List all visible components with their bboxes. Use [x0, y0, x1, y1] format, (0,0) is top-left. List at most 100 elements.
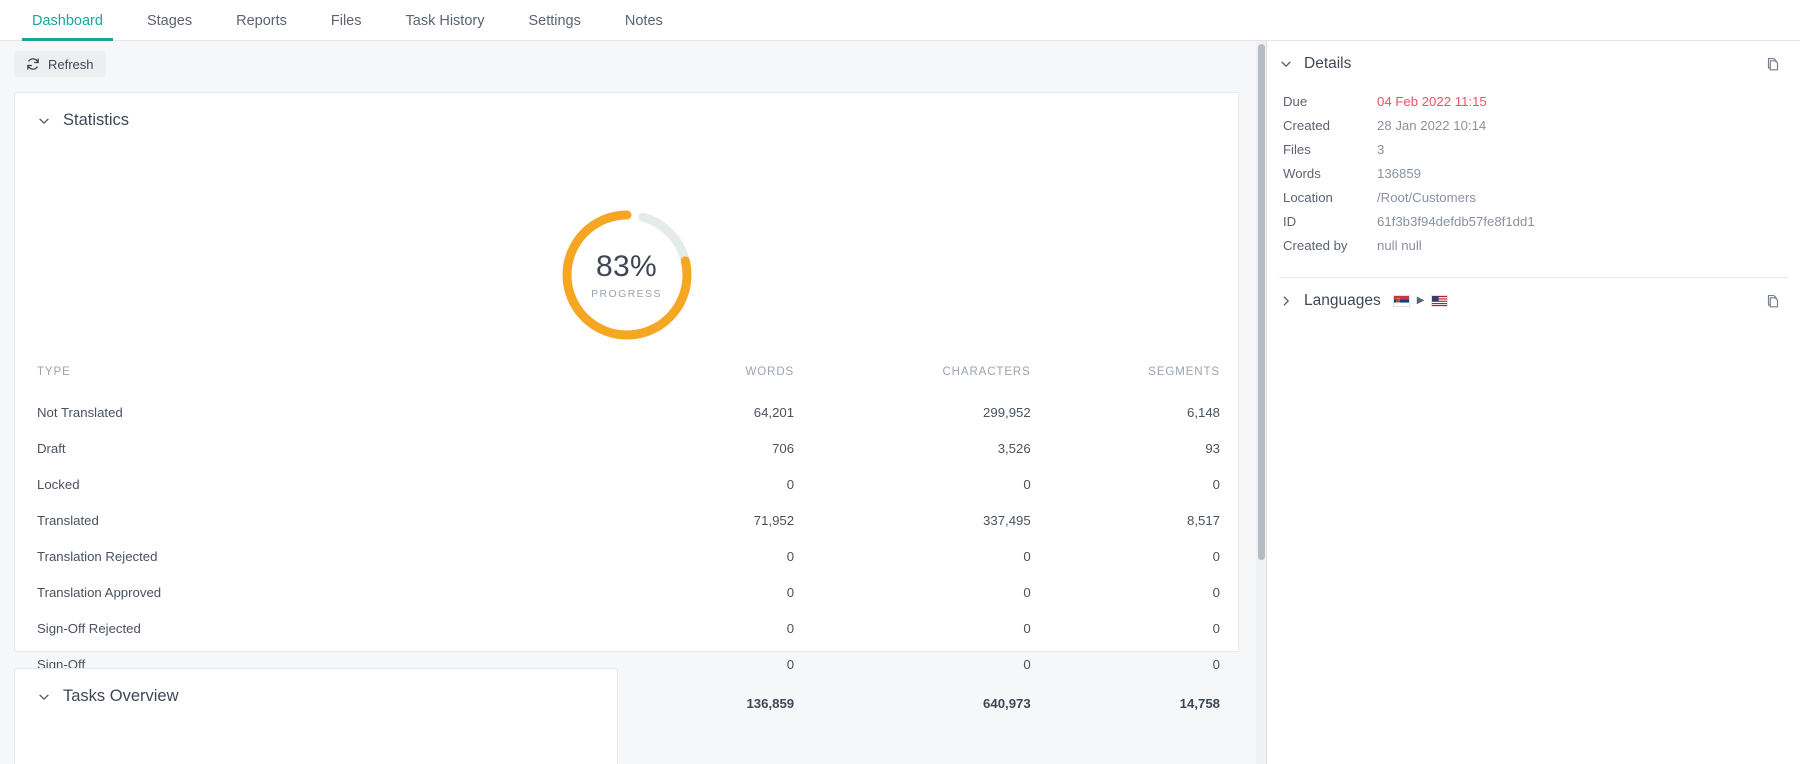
serbia-flag-icon	[1392, 295, 1410, 307]
dashboard-main-area: Refresh Statistics 83% PROGRESS TYPE WOR…	[0, 41, 1266, 764]
languages-section: Languages ▶	[1267, 278, 1800, 324]
tab-stages[interactable]: Stages	[125, 0, 214, 41]
detail-key: Files	[1283, 141, 1311, 157]
chevron-down-icon	[1279, 57, 1293, 71]
tab-label: Reports	[236, 12, 287, 29]
cell-characters: 0	[1023, 656, 1031, 672]
cell-segments: 0	[1212, 548, 1220, 564]
detail-row-location: Location /Root/Customers	[1267, 185, 1800, 209]
tasks-overview-card: Tasks Overview	[14, 668, 618, 764]
tab-label: Notes	[624, 12, 663, 29]
table-header-row: TYPE WORDS CHARACTERS SEGMENTS	[37, 366, 1220, 394]
detail-key: Words	[1283, 165, 1321, 181]
detail-value: 136859	[1377, 165, 1422, 181]
progress-center-label: 83% PROGRESS	[558, 206, 696, 344]
cell-characters: 299,952	[983, 404, 1031, 420]
detail-key: Due	[1283, 93, 1308, 109]
cell-type: Translated	[37, 512, 99, 528]
table-row: Draft 706 3,526 93	[37, 430, 1220, 466]
statistics-title: Statistics	[63, 111, 130, 129]
detail-row-id: ID 61f3b3f94defdb57fe8f1dd1	[1267, 209, 1800, 233]
cell-segments: 0	[1212, 620, 1220, 636]
cell-characters: 0	[1023, 584, 1031, 600]
tab-notes[interactable]: Notes	[603, 0, 685, 41]
cell-words: 0	[786, 548, 795, 564]
cell-segments: 6,148	[1186, 404, 1220, 420]
cell-words: 71,952	[753, 512, 795, 528]
main-tab-bar: Dashboard Stages Reports Files Task Hist…	[0, 0, 1800, 41]
arrow-right-icon: ▶	[1416, 295, 1425, 306]
table-row: Translation Rejected 0 0 0	[37, 538, 1220, 574]
languages-title: Languages	[1304, 292, 1381, 309]
progress-caption: PROGRESS	[591, 288, 662, 300]
tab-dashboard[interactable]: Dashboard	[10, 0, 125, 41]
detail-value: 61f3b3f94defdb57fe8f1dd1	[1377, 213, 1535, 229]
main-scrollbar-thumb[interactable]	[1258, 44, 1265, 560]
detail-value: /Root/Customers	[1377, 189, 1476, 205]
table-row: Translated 71,952 337,495 8,517	[37, 502, 1220, 538]
cell-type: Translation Rejected	[37, 548, 158, 564]
cell-type: Not Translated	[37, 404, 123, 420]
detail-key: ID	[1283, 213, 1297, 229]
table-row: Translation Approved 0 0 0	[37, 574, 1220, 610]
copy-icon[interactable]	[1764, 292, 1782, 310]
cell-words: 706	[772, 440, 795, 456]
cell-segments: 0	[1212, 584, 1220, 600]
detail-row-files: Files 3	[1267, 137, 1800, 161]
progress-donut: 83% PROGRESS	[558, 206, 696, 344]
chevron-right-icon	[1279, 294, 1293, 308]
cell-segments: 0	[1212, 476, 1220, 492]
cell-type: Translation Approved	[37, 584, 162, 600]
tab-settings[interactable]: Settings	[506, 0, 602, 41]
column-header-words: WORDS	[745, 366, 795, 378]
detail-value: null null	[1377, 237, 1422, 253]
cell-segments: 93	[1205, 440, 1220, 456]
cell-segments: 8,517	[1186, 512, 1220, 528]
cell-words: 0	[786, 584, 795, 600]
detail-row-created: Created 28 Jan 2022 10:14	[1267, 113, 1800, 137]
statistics-header[interactable]: Statistics	[15, 93, 1238, 130]
detail-row-due: Due 04 Feb 2022 11:15	[1267, 89, 1800, 113]
cell-characters: 3,526	[997, 440, 1031, 456]
cell-characters: 0	[1023, 548, 1031, 564]
tab-files[interactable]: Files	[309, 0, 384, 41]
chevron-down-icon	[37, 114, 51, 128]
cell-words: 64,201	[753, 404, 795, 420]
refresh-label: Refresh	[48, 56, 94, 72]
cell-segments: 0	[1212, 656, 1220, 672]
cell-characters: 337,495	[983, 512, 1031, 528]
tab-label: Dashboard	[32, 12, 103, 29]
detail-key: Location	[1283, 189, 1333, 205]
details-title: Details	[1304, 55, 1352, 72]
cell-total-characters: 640,973	[983, 696, 1031, 711]
usa-flag-icon	[1431, 295, 1449, 307]
language-pair: ▶	[1392, 295, 1449, 307]
cell-words: 0	[786, 476, 795, 492]
tasks-overview-header[interactable]: Tasks Overview	[15, 669, 617, 706]
statistics-card: Statistics 83% PROGRESS TYPE WORDS CHARA…	[14, 92, 1239, 711]
progress-chart: 83% PROGRESS	[15, 206, 1238, 356]
chevron-down-icon	[37, 690, 51, 704]
tab-label: Stages	[146, 12, 193, 29]
cell-type: Locked	[37, 476, 80, 492]
details-list: Due 04 Feb 2022 11:15 Created 28 Jan 202…	[1267, 73, 1800, 277]
details-section: Details Due 04 Feb 2022 11:15 Created 28…	[1267, 41, 1800, 277]
column-header-type: TYPE	[37, 366, 71, 378]
detail-row-words: Words 136859	[1267, 161, 1800, 185]
details-header[interactable]: Details	[1267, 41, 1800, 73]
cell-type: Draft	[37, 440, 66, 456]
detail-value: 28 Jan 2022 10:14	[1377, 117, 1487, 133]
tab-reports[interactable]: Reports	[214, 0, 309, 41]
column-header-segments: SEGMENTS	[1148, 366, 1220, 378]
languages-header[interactable]: Languages ▶	[1267, 278, 1800, 324]
table-row: Locked 0 0 0	[37, 466, 1220, 502]
dashboard-toolbar: Refresh	[14, 51, 106, 77]
tasks-overview-title: Tasks Overview	[63, 687, 179, 705]
column-header-characters: CHARACTERS	[942, 366, 1031, 378]
cell-characters: 0	[1023, 476, 1031, 492]
tab-task-history[interactable]: Task History	[384, 0, 507, 41]
refresh-button[interactable]: Refresh	[14, 51, 106, 77]
refresh-icon	[26, 57, 40, 71]
copy-icon[interactable]	[1764, 55, 1782, 73]
tab-label: Task History	[405, 12, 485, 29]
